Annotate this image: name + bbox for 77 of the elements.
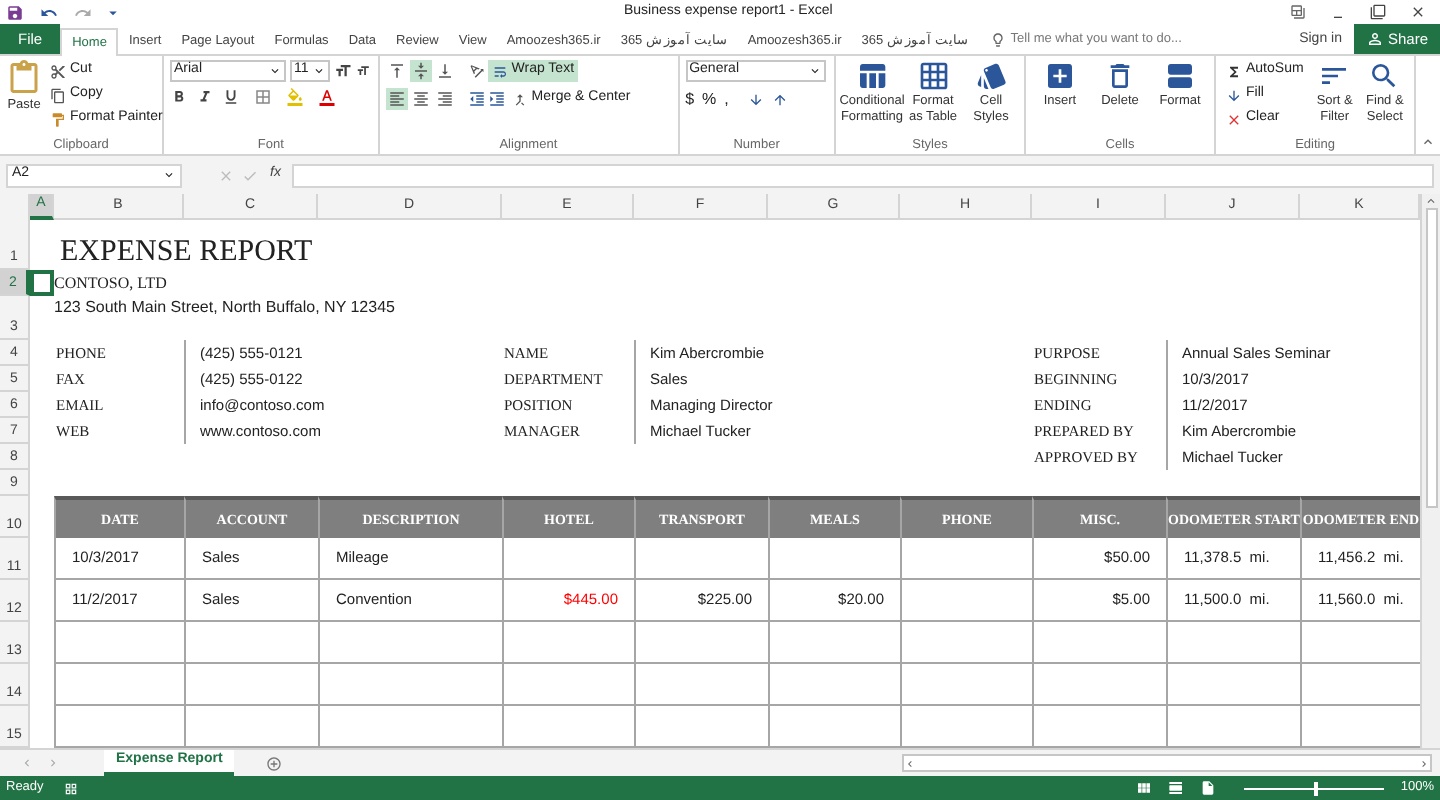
currency-button[interactable]: $ — [685, 88, 695, 112]
save-icon[interactable] — [6, 3, 24, 21]
font-color-icon[interactable] — [318, 88, 336, 106]
table-cell — [768, 664, 900, 706]
fill-icon — [1226, 87, 1242, 103]
lightbulb-icon[interactable] — [990, 32, 1007, 48]
vertical-align-button[interactable] — [385, 60, 408, 82]
person-icon — [1365, 30, 1384, 48]
ribbon-options-icon[interactable] — [1290, 4, 1306, 20]
page-break-view-icon[interactable] — [1200, 780, 1217, 796]
table-cell — [900, 538, 1032, 580]
table-cell — [768, 538, 900, 580]
dropdown-arrow-icon[interactable] — [807, 64, 822, 78]
decrease-indent-icon[interactable] — [467, 90, 486, 108]
dropdown-arrow-icon[interactable] — [268, 64, 282, 78]
table-cell — [900, 580, 1032, 622]
vertical-scrollbar[interactable] — [1420, 194, 1440, 748]
vertical-align-button[interactable] — [409, 60, 432, 82]
report-title: EXPENSE REPORT — [58, 234, 315, 270]
orientation-icon[interactable] — [467, 62, 486, 80]
wrap-text-icon — [491, 63, 508, 79]
horizontal-align-button[interactable] — [409, 88, 432, 110]
selected-cell — [30, 270, 54, 296]
dropdown-arrow-icon[interactable] — [162, 168, 176, 182]
table-cell — [900, 622, 1032, 664]
autosum-icon — [1226, 63, 1242, 79]
borders-icon[interactable] — [254, 88, 272, 106]
bold-icon[interactable] — [170, 88, 188, 106]
close-icon[interactable] — [1410, 4, 1426, 20]
table-cell — [54, 664, 184, 706]
cut-icon — [50, 63, 66, 79]
decrease-font-icon[interactable] — [356, 64, 370, 78]
italic-icon[interactable] — [196, 88, 214, 106]
table-cell — [184, 622, 318, 664]
percent-button[interactable]: % — [702, 88, 717, 112]
table-cell — [634, 622, 768, 664]
restore-icon[interactable] — [1370, 4, 1386, 20]
table-cell — [768, 622, 900, 664]
table-cell — [502, 664, 634, 706]
horizontal-align-button[interactable] — [433, 88, 456, 110]
table-cell — [634, 664, 768, 706]
horizontal-scrollbar[interactable] — [902, 754, 1432, 772]
table-cell — [900, 664, 1032, 706]
format-painter-icon — [50, 111, 66, 127]
page-layout-view-icon[interactable] — [1168, 780, 1185, 796]
increase-indent-icon[interactable] — [487, 90, 506, 108]
scroll-left-icon[interactable] — [904, 757, 916, 769]
find-select-icon — [1368, 60, 1401, 92]
horizontal-align-button[interactable] — [385, 88, 408, 110]
table-cell — [184, 664, 318, 706]
dropdown-arrow-icon[interactable] — [312, 64, 326, 78]
copy-icon — [50, 87, 66, 103]
company-address: 123 South Main Street, North Buffalo, NY 12345 — [54, 296, 397, 320]
table-cell — [502, 538, 634, 580]
formula-input[interactable] — [292, 163, 1434, 187]
normal-view-icon[interactable] — [1136, 780, 1153, 796]
vertical-align-button[interactable] — [433, 60, 456, 82]
table-cell — [54, 622, 184, 664]
fill-color-icon[interactable] — [286, 88, 304, 106]
comma-button[interactable]: , — [724, 88, 729, 112]
increase-font-icon[interactable] — [334, 62, 352, 80]
table-cell — [634, 538, 768, 580]
scrollbar-thumb[interactable] — [1425, 208, 1437, 508]
company-name: CONTOSO, LTD — [54, 272, 169, 296]
paste-icon — [6, 60, 42, 96]
table-cell — [1166, 664, 1300, 706]
collapse-ribbon-icon[interactable] — [1420, 134, 1436, 150]
merge-center-icon — [511, 91, 528, 107]
table-cell — [1032, 622, 1166, 664]
clear-icon — [1226, 111, 1242, 127]
scroll-right-icon[interactable] — [1418, 757, 1430, 769]
add-sheet-icon[interactable] — [266, 755, 283, 771]
underline-icon[interactable] — [222, 88, 240, 106]
table-cell — [502, 622, 634, 664]
table-cell — [1166, 622, 1300, 664]
table-cell — [1032, 664, 1166, 706]
zoom-slider-thumb[interactable] — [1314, 781, 1319, 795]
